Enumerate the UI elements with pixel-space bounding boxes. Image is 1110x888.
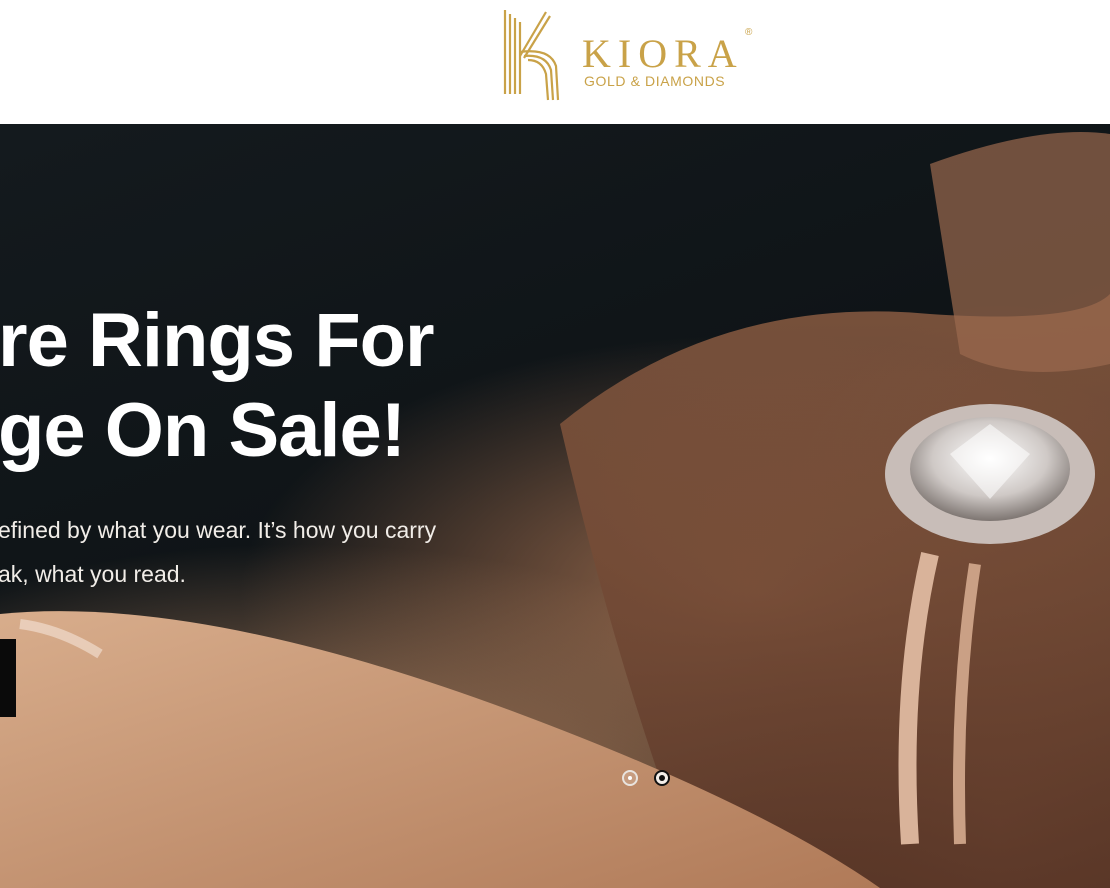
slide-dot-2-active[interactable] [654,770,670,786]
subtext-line-2: ak, what you read. [0,561,186,587]
site-header: KIORA ® GOLD & DIAMONDS [0,0,1110,124]
hero-ring-image [0,132,1110,888]
hero-subtext: efined by what you wear. It’s how you ca… [0,508,458,596]
hero-banner: re Rings For ge On Sale! efined by what … [0,124,1110,888]
brand-logo[interactable]: KIORA ® GOLD & DIAMONDS [500,4,760,104]
subtext-line-1: efined by what you wear. It’s how you ca… [0,517,437,543]
headline-line-1: re Rings For [0,298,435,383]
shop-now-button[interactable] [0,639,16,717]
headline-line-2: ge On Sale! [0,388,406,473]
slide-dot-1[interactable] [622,770,638,786]
brand-tagline: GOLD & DIAMONDS [584,73,726,89]
slider-pagination [622,770,682,790]
brand-name: KIORA [582,31,744,76]
kiora-monogram-icon [503,10,560,101]
hero-headline: re Rings For ge On Sale! [0,296,435,476]
registered-mark: ® [745,27,753,38]
